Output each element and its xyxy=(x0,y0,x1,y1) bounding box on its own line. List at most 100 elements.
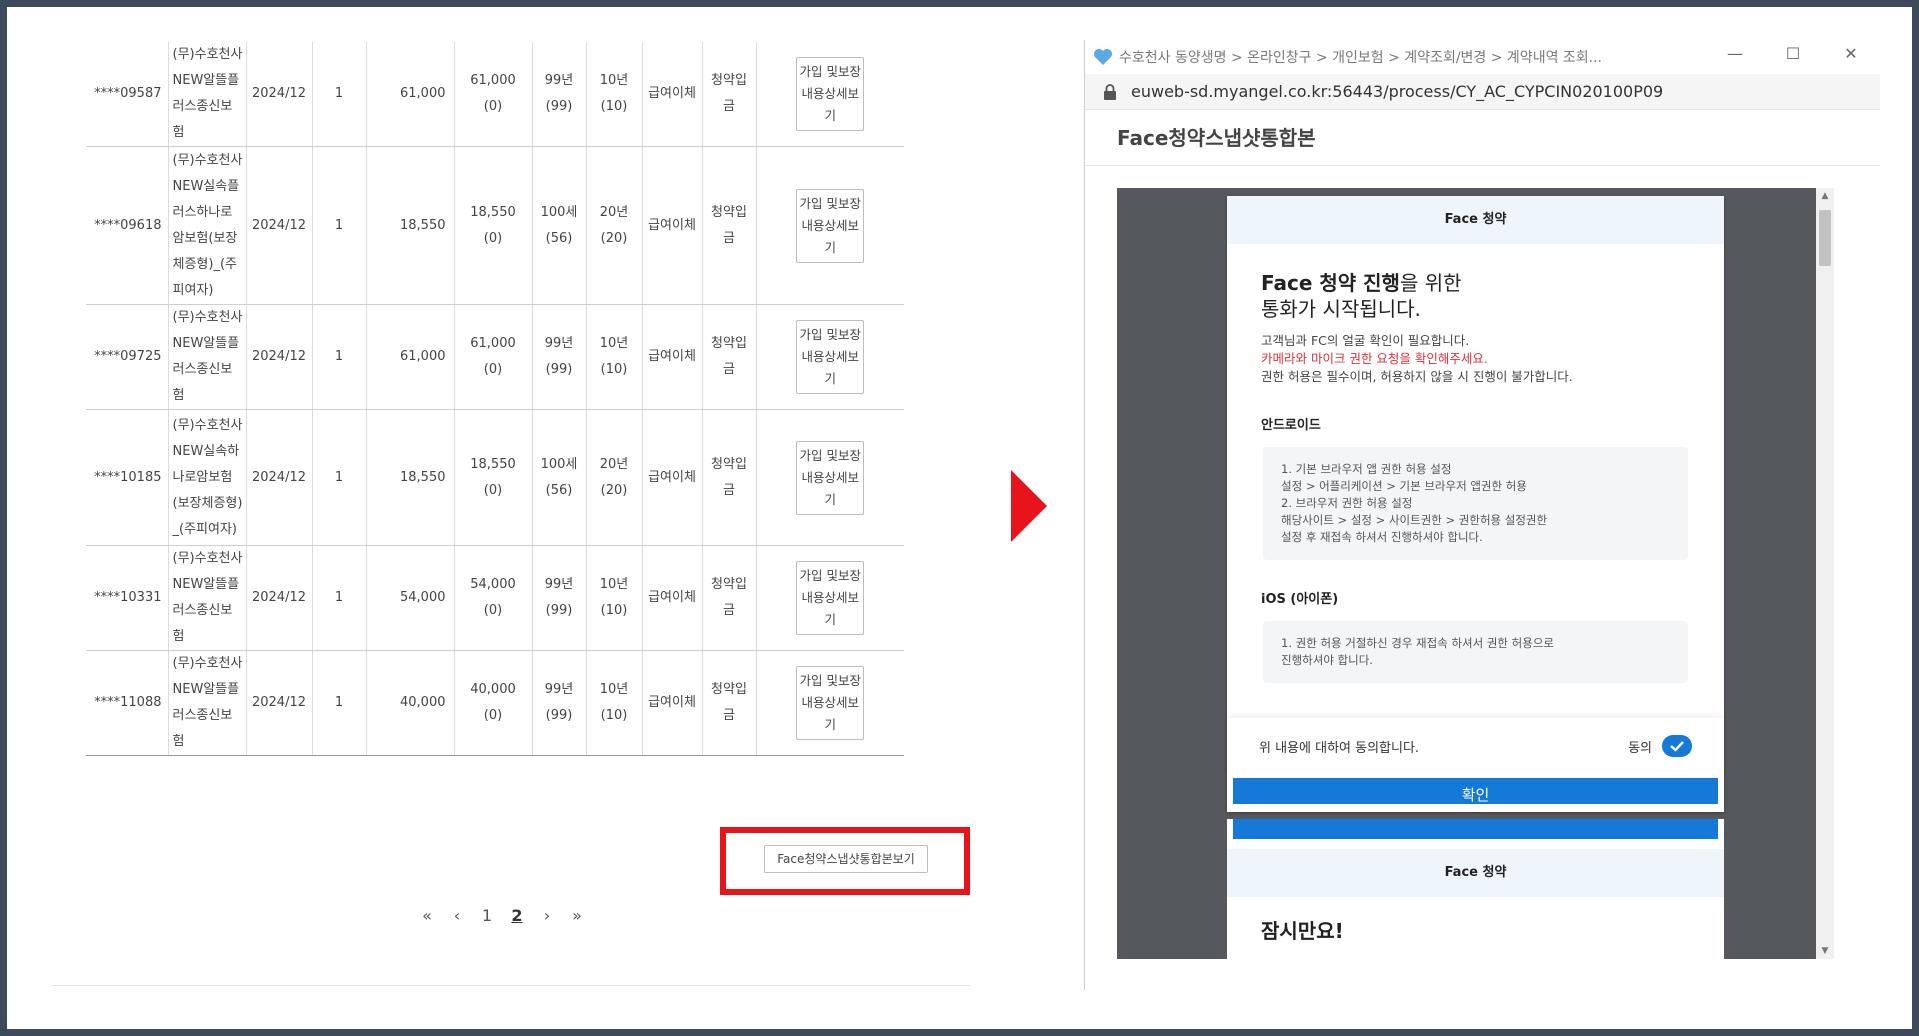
detail-view-button[interactable]: 가입 및보장내용상세보기 xyxy=(796,188,865,263)
contract-table: ****09587 (무)수호천사NEW알뜰플러스종신보험 2024/12 1 61,0… xyxy=(86,42,904,756)
payment-method: 급여이체 xyxy=(641,409,702,546)
window-title: 수호천사 동양생명 > 온라인창구 > 개인보험 > 계약조회/변경 > 계약내… xyxy=(1119,50,1603,66)
premium: 18,550 xyxy=(365,409,454,546)
insurance-period: 100세 (56) xyxy=(531,146,586,305)
payment-period: 10년 (10) xyxy=(585,545,642,651)
contract-status: 청약입금 xyxy=(701,42,756,147)
contract-count: 1 xyxy=(311,650,366,756)
detail-cell: 가입 및보장내용상세보기 xyxy=(755,304,904,410)
payment-period: 20년 (20) xyxy=(585,409,642,546)
payment-period: 10년 (10) xyxy=(585,650,642,756)
contract-number: ****09587 xyxy=(86,42,168,147)
url-text[interactable]: euweb-sd.myangel.co.kr:56443/process/CY_… xyxy=(1131,82,1663,101)
contract-count: 1 xyxy=(311,304,366,410)
product-name: (무)수호천사NEW알뜰플러스종신보험 xyxy=(167,650,246,756)
contract-number: ****10331 xyxy=(86,545,168,651)
agree-text: 위 내용에 대하여 동의합니다. xyxy=(1259,740,1420,756)
page-header: Face 청약 xyxy=(1227,849,1724,897)
contract-number: ****09725 xyxy=(86,304,168,410)
table-row: ****09587 (무)수호천사NEW알뜰플러스종신보험 2024/12 1 61,0… xyxy=(86,42,904,147)
detail-cell: 가입 및보장내용상세보기 xyxy=(755,409,904,546)
table-row: ****10331 (무)수호천사NEW알뜰플러스종신보험 2024/12 1 54,0… xyxy=(86,545,904,651)
contract-status: 청약입금 xyxy=(701,304,756,410)
payment-period: 10년 (10) xyxy=(585,42,642,147)
table-row: ****11088 (무)수호천사NEW알뜰플러스종신보험 2024/12 1 40,0… xyxy=(86,650,904,756)
contract-date: 2024/12 xyxy=(245,42,312,147)
contract-date: 2024/12 xyxy=(245,146,312,305)
check-icon[interactable] xyxy=(1662,735,1692,757)
paid-premium: 61,000 (0) xyxy=(453,42,532,147)
contract-count: 1 xyxy=(311,146,366,305)
product-name: (무)수호천사NEW알뜰플러스종신보험 xyxy=(167,42,246,147)
agree-label: 동의 xyxy=(1628,740,1652,756)
divider xyxy=(52,985,970,986)
page-first-button[interactable]: « xyxy=(412,906,442,936)
scroll-up-icon[interactable]: ▲ xyxy=(1816,188,1834,204)
detail-view-button[interactable]: 가입 및보장내용상세보기 xyxy=(796,561,865,635)
contract-status: 청약입금 xyxy=(701,146,756,305)
insurance-period: 99년 (99) xyxy=(531,304,586,410)
heart-icon xyxy=(1094,49,1112,65)
detail-view-button[interactable]: 가입 및보장내용상세보기 xyxy=(796,666,865,740)
contract-date: 2024/12 xyxy=(245,545,312,651)
product-name: (무)수호천사NEW알뜰플러스종신보험 xyxy=(167,304,246,410)
face-page-1: Face 청약 Face 청약 진행을 위한 통화가 시작됩니다. 고객님과 F… xyxy=(1227,196,1724,812)
page-next-button[interactable]: › xyxy=(532,906,562,936)
product-name: (무)수호천사NEW알뜰플러스종신보험 xyxy=(167,545,246,651)
insurance-period: 99년 (99) xyxy=(531,42,586,147)
page-last-button[interactable]: » xyxy=(562,906,592,936)
ios-instructions: 1. 권한 허용 거절하신 경우 재접속 하셔서 권한 허용으로 진행하셔야 합… xyxy=(1263,621,1688,683)
confirm-button[interactable]: 확인 xyxy=(1233,778,1718,804)
contract-count: 1 xyxy=(311,409,366,546)
page-2-button[interactable]: 2 xyxy=(502,906,532,936)
contract-number: ****11088 xyxy=(86,650,168,756)
lock-icon xyxy=(1104,83,1116,100)
minimize-icon[interactable]: — xyxy=(1706,44,1764,63)
paid-premium: 18,550 (0) xyxy=(453,146,532,305)
insurance-period: 99년 (99) xyxy=(531,545,586,651)
face-page-2: Face 청약 잠시만요! xyxy=(1227,819,1724,959)
table-row: ****10185 (무)수호천사NEW실속하나로암보험(보장체증형)_(주피여자… xyxy=(86,409,904,546)
android-title: 안드로이드 xyxy=(1261,418,1321,433)
face-snapshot-button[interactable]: Face청약스냅샷통합본보기 xyxy=(764,845,928,873)
payment-method: 급여이체 xyxy=(641,545,702,651)
contract-status: 청약입금 xyxy=(701,545,756,651)
page-description: 고객님과 FC의 얼굴 확인이 필요합니다. 카메라와 마이크 권한 요청을 확… xyxy=(1261,333,1573,384)
contract-date: 2024/12 xyxy=(245,650,312,756)
ios-title: iOS (아이폰) xyxy=(1261,592,1339,607)
scroll-down-icon[interactable]: ▼ xyxy=(1816,943,1834,959)
premium: 54,000 xyxy=(365,545,454,651)
page-1-button[interactable]: 1 xyxy=(472,906,502,936)
payment-period: 10년 (10) xyxy=(585,304,642,410)
payment-method: 급여이체 xyxy=(641,146,702,305)
android-instructions: 1. 기본 브라우저 앱 권한 허용 설정 설정 > 어플리케이션 > 기본 브… xyxy=(1263,447,1688,560)
page-prev-button[interactable]: ‹ xyxy=(442,906,472,936)
detail-view-button[interactable]: 가입 및보장내용상세보기 xyxy=(796,320,865,394)
detail-view-button[interactable]: 가입 및보장내용상세보기 xyxy=(796,440,865,515)
wait-title: 잠시만요! xyxy=(1261,919,1344,943)
scrollbar[interactable]: ▲ ▼ xyxy=(1816,188,1834,959)
contract-status: 청약입금 xyxy=(701,650,756,756)
arrow-right-icon xyxy=(1011,470,1047,542)
product-name: (무)수호천사NEW실속플러스하나로암보험(보장체증형)_(주피여자) xyxy=(167,146,246,305)
popup-heading: Face청약스냅샷통합본 xyxy=(1085,110,1880,166)
premium: 61,000 xyxy=(365,42,454,147)
contract-status: 청약입금 xyxy=(701,409,756,546)
paid-premium: 18,550 (0) xyxy=(453,409,532,546)
premium: 18,550 xyxy=(365,146,454,305)
close-icon[interactable]: ✕ xyxy=(1822,44,1880,63)
payment-period: 20년 (20) xyxy=(585,146,642,305)
face-button-highlight: Face청약스냅샷통합본보기 xyxy=(720,827,970,895)
premium: 40,000 xyxy=(365,650,454,756)
document-viewer[interactable]: Face 청약 Face 청약 진행을 위한 통화가 시작됩니다. 고객님과 F… xyxy=(1117,188,1834,959)
scroll-thumb[interactable] xyxy=(1819,210,1831,266)
detail-cell: 가입 및보장내용상세보기 xyxy=(755,42,904,147)
detail-view-button[interactable]: 가입 및보장내용상세보기 xyxy=(796,57,865,131)
contract-date: 2024/12 xyxy=(245,409,312,546)
contract-number: ****09618 xyxy=(86,146,168,305)
popup-titlebar: 수호천사 동양생명 > 온라인창구 > 개인보험 > 계약조회/변경 > 계약내… xyxy=(1085,40,1880,74)
table-row: ****09618 (무)수호천사NEW실속플러스하나로암보험(보장체증형)_(주… xyxy=(86,146,904,305)
maximize-icon[interactable]: ☐ xyxy=(1764,44,1822,63)
confirm-strip xyxy=(1233,819,1718,839)
payment-method: 급여이체 xyxy=(641,42,702,147)
